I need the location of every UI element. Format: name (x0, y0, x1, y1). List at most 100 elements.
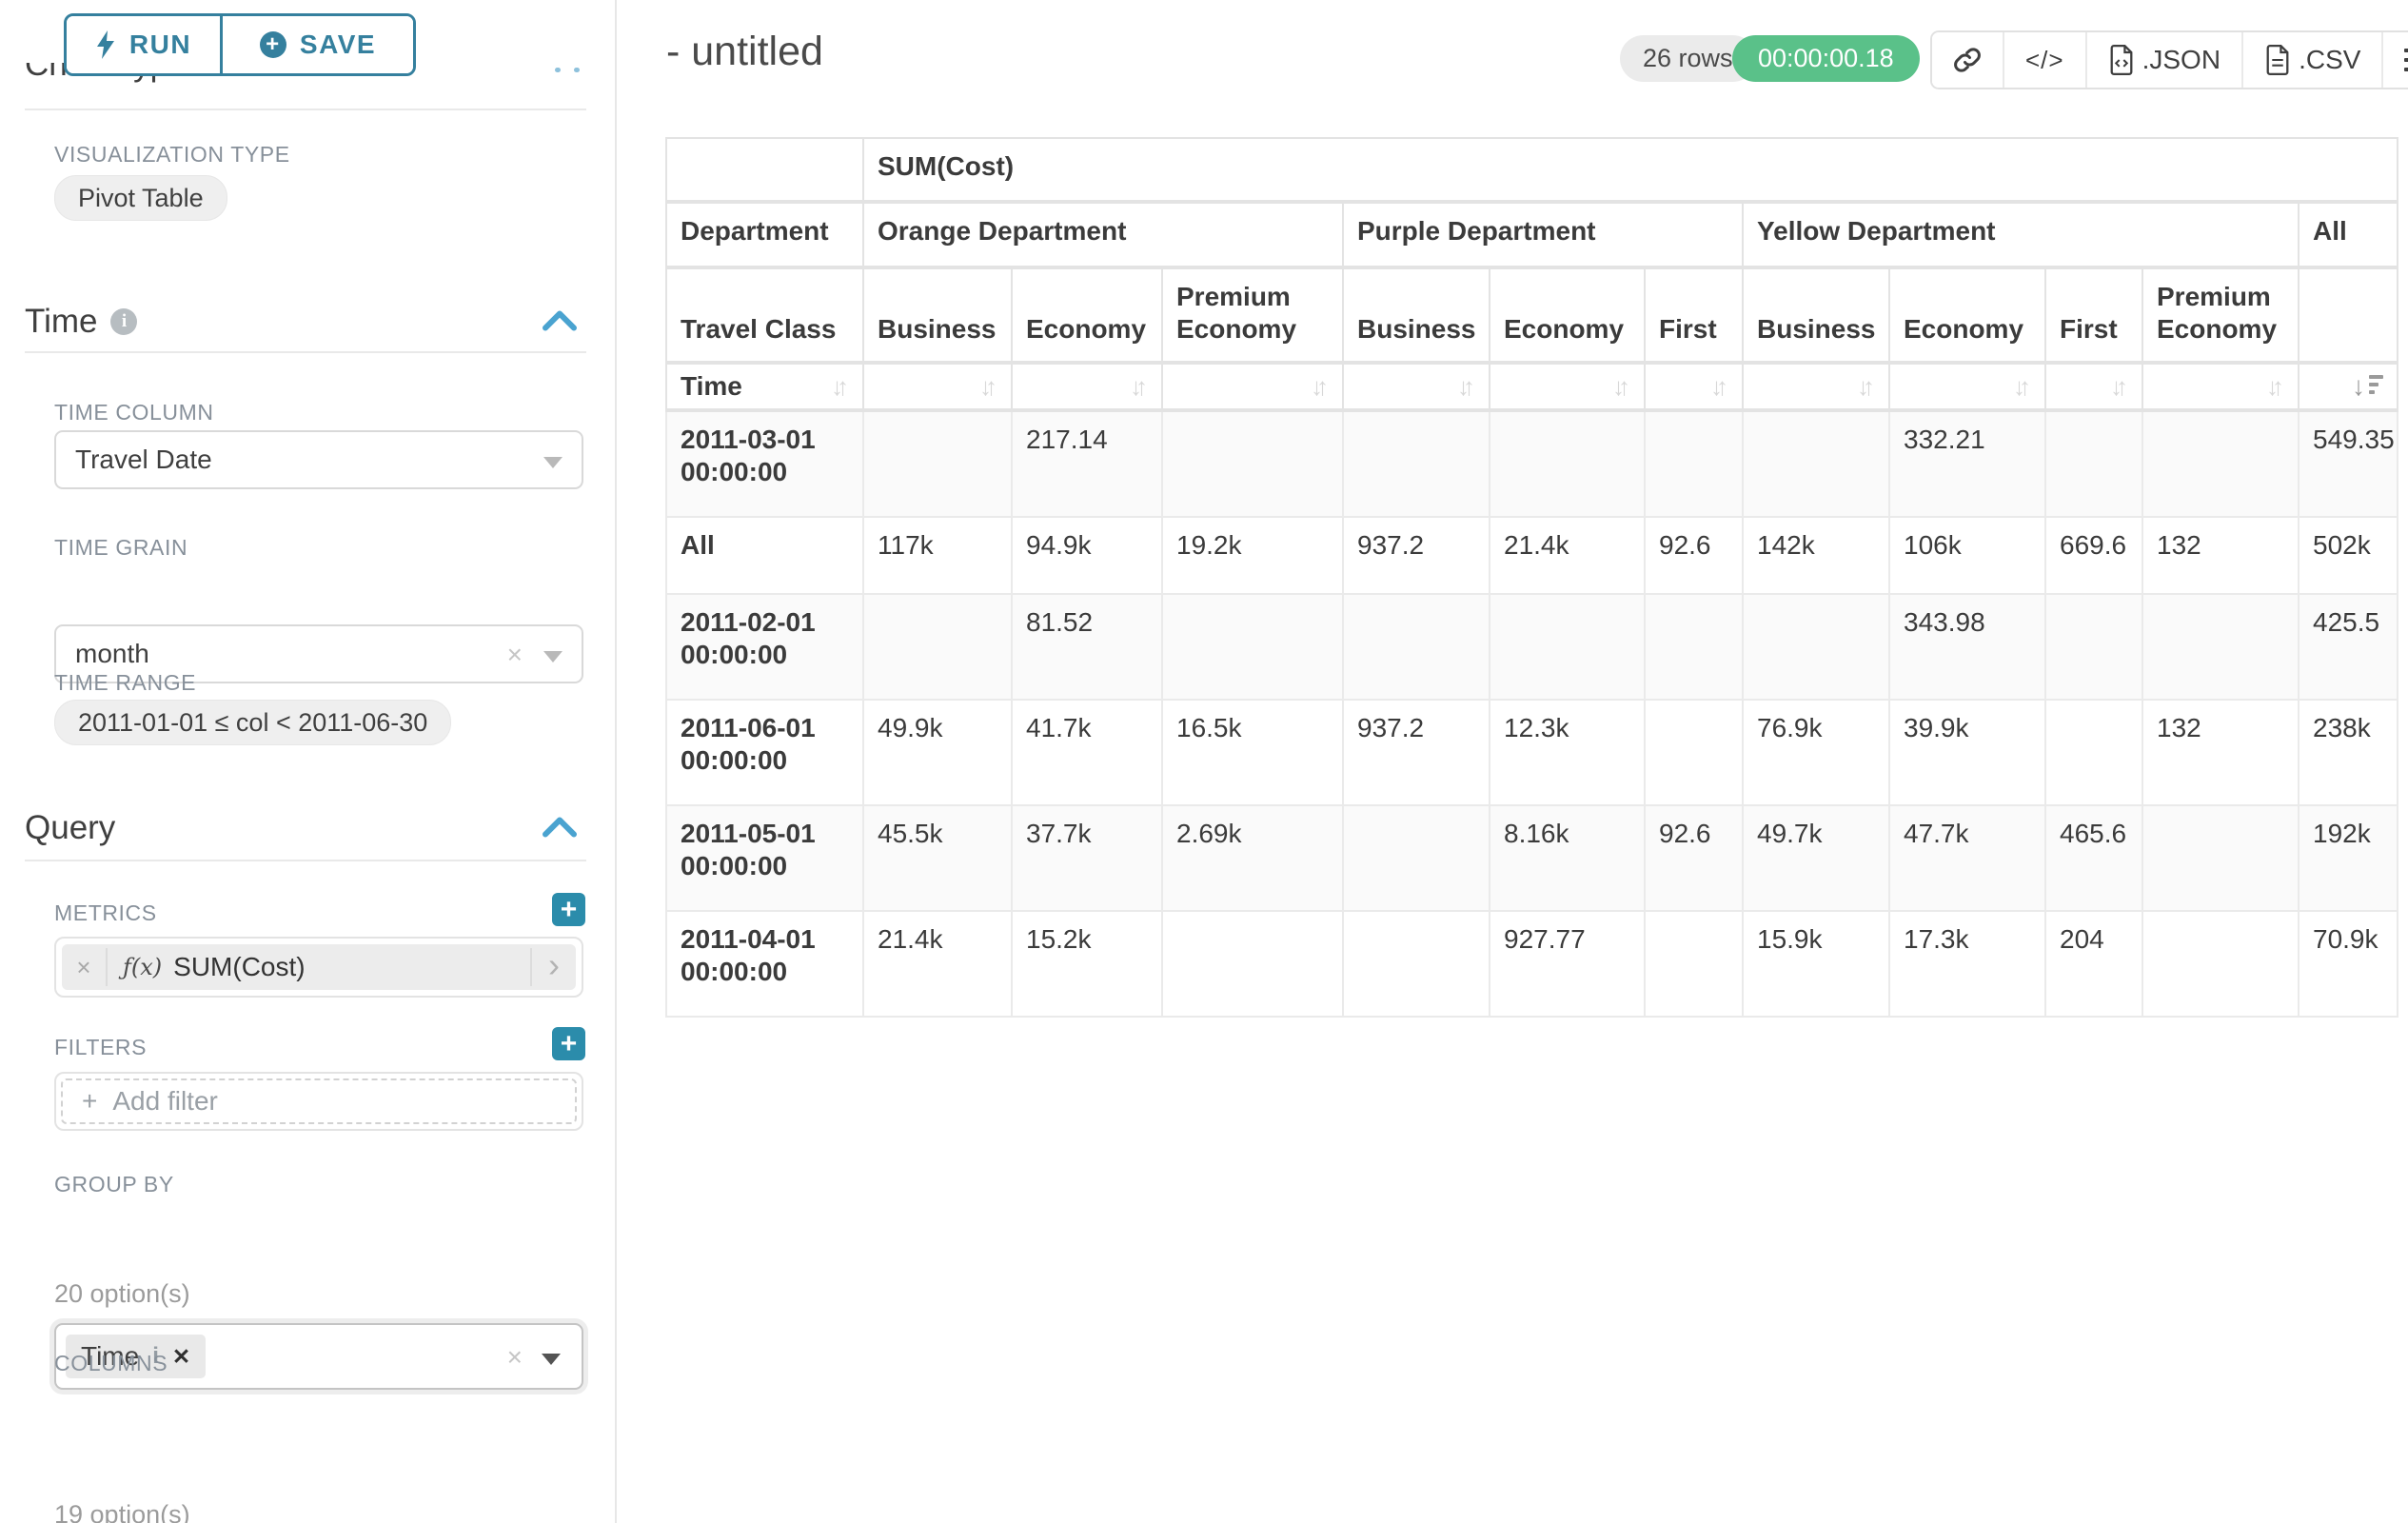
time-section-header: Time i (25, 303, 137, 341)
row-label: 2011-05-01 00:00:00 (666, 805, 863, 911)
cell (1162, 911, 1343, 1017)
time-grain-value: month (75, 639, 149, 669)
department-header-row: Department Orange Department Purple Depa… (666, 202, 2398, 267)
columns-label: COLUMNS (54, 1351, 168, 1376)
cell: 937.2 (1343, 700, 1490, 805)
collapse-chevron-icon[interactable] (543, 817, 577, 838)
row-label: 2011-03-01 00:00:00 (666, 410, 863, 517)
sort-icon[interactable]: ↓↑ (1612, 374, 1630, 399)
column-header: Business (1743, 267, 1889, 363)
sort-descending-active-icon[interactable]: ↓ (2352, 373, 2383, 400)
cell: 343.98 (1889, 594, 2045, 700)
cell: 238k (2299, 700, 2398, 805)
column-group-header: Yellow Department (1743, 202, 2299, 267)
row-label: 2011-04-01 00:00:00 (666, 911, 863, 1017)
travel-class-axis-label: Travel Class (666, 267, 863, 363)
time-range-label: TIME RANGE (54, 670, 196, 696)
info-icon[interactable]: i (110, 308, 137, 335)
metric-header-row: SUM(Cost) (666, 138, 2398, 202)
save-button[interactable]: + SAVE (223, 16, 413, 73)
export-csv-button[interactable]: .CSV (2241, 32, 2381, 88)
cell (1645, 700, 1743, 805)
travel-class-header-row: Travel Class Business Economy Premium Ec… (666, 267, 2398, 363)
cell: 39.9k (1889, 700, 2045, 805)
expand-metric-icon[interactable]: › (532, 944, 576, 990)
sort-icon[interactable]: ↓↑ (1710, 374, 1728, 399)
column-header: Economy (1490, 267, 1645, 363)
time-range-value[interactable]: 2011-01-01 ≤ col < 2011-06-30 (54, 700, 451, 745)
sort-cell: ↓↑ (1490, 363, 1645, 410)
cell: 45.5k (863, 805, 1012, 911)
time-column-select[interactable]: Travel Date (54, 430, 583, 489)
remove-metric-icon[interactable]: × (62, 944, 106, 990)
sort-icon[interactable]: ↓↑ (1457, 374, 1475, 399)
cell: 17.3k (1889, 911, 2045, 1017)
cell (1343, 410, 1490, 517)
chip-remove-icon[interactable]: ✕ (172, 1344, 190, 1370)
plus-icon: + (82, 1086, 97, 1117)
copy-link-button[interactable] (1932, 32, 2003, 88)
visualization-type-label: VISUALIZATION TYPE (54, 142, 290, 168)
sort-icon[interactable]: ↓↑ (831, 374, 849, 399)
embed-code-button[interactable]: </> (2003, 32, 2085, 88)
clear-icon[interactable]: × (507, 1344, 523, 1371)
add-filter-dropzone[interactable]: + Add filter (61, 1078, 577, 1124)
run-button-label: RUN (129, 30, 191, 60)
cell: 15.9k (1743, 911, 1889, 1017)
department-axis-label: Department (666, 202, 863, 267)
cell: 425.5 (2299, 594, 2398, 700)
query-timer-badge: 00:00:00.18 (1732, 35, 1920, 82)
column-group-header: All (2299, 202, 2398, 267)
sort-icon[interactable]: ↓↑ (1311, 374, 1329, 399)
cell: 92.6 (1645, 517, 1743, 594)
cell (2045, 700, 2142, 805)
caret-down-icon (543, 651, 563, 663)
time-section-title: Time (25, 303, 97, 341)
metric-header-cell: SUM(Cost) (863, 138, 2398, 202)
add-metric-button[interactable]: + (552, 893, 585, 926)
cell (1645, 410, 1743, 517)
cell: 192k (2299, 805, 2398, 911)
metric-chip[interactable]: × ƒ(x) SUM(Cost) › (62, 944, 576, 990)
filters-label: FILTERS (54, 1035, 147, 1060)
add-filter-placeholder: Add filter (112, 1086, 218, 1117)
clear-icon[interactable]: × (507, 642, 523, 668)
cell (1343, 805, 1490, 911)
sort-icon[interactable]: ↓↑ (2013, 374, 2031, 399)
cell: 41.7k (1012, 700, 1162, 805)
section-divider (25, 860, 586, 861)
cell: 142k (1743, 517, 1889, 594)
collapse-chevron-icon[interactable] (543, 310, 577, 331)
cell: 106k (1889, 517, 2045, 594)
sort-icon[interactable]: ↓↑ (1130, 374, 1148, 399)
column-header (2299, 267, 2398, 363)
pivot-table: SUM(Cost) Department Orange Department P… (665, 137, 2398, 1018)
cell (1490, 410, 1645, 517)
chart-title[interactable]: - untitled (666, 29, 823, 75)
cell (2142, 594, 2299, 700)
run-button[interactable]: RUN (67, 16, 223, 73)
sort-cell: ↓↑ (1889, 363, 2045, 410)
cell: 2.69k (1162, 805, 1343, 911)
cell (1645, 911, 1743, 1017)
cell (1343, 594, 1490, 700)
export-json-label: .JSON (2142, 45, 2220, 75)
add-filter-plus-button[interactable]: + (552, 1027, 585, 1060)
sort-icon[interactable]: ↓↑ (1857, 374, 1875, 399)
cell: 81.52 (1012, 594, 1162, 700)
sort-icon[interactable]: ↓↑ (2266, 374, 2284, 399)
filters-control: + Add filter (54, 1072, 583, 1131)
table-row: All 117k 94.9k 19.2k 937.2 21.4k 92.6 14… (666, 517, 2398, 594)
column-header: Economy (1012, 267, 1162, 363)
caret-down-icon[interactable] (542, 1354, 561, 1365)
sort-icon[interactable]: ↓↑ (979, 374, 997, 399)
table-row: 2011-04-01 00:00:00 21.4k 15.2k 927.77 1… (666, 911, 2398, 1017)
cell: 21.4k (1490, 517, 1645, 594)
visualization-type-value[interactable]: Pivot Table (54, 175, 227, 221)
cell (1645, 594, 1743, 700)
export-json-button[interactable]: .JSON (2085, 32, 2241, 88)
sort-icon[interactable]: ↓↑ (2110, 374, 2128, 399)
more-options-button[interactable] (2381, 32, 2408, 88)
cell: 49.7k (1743, 805, 1889, 911)
cell (863, 410, 1012, 517)
